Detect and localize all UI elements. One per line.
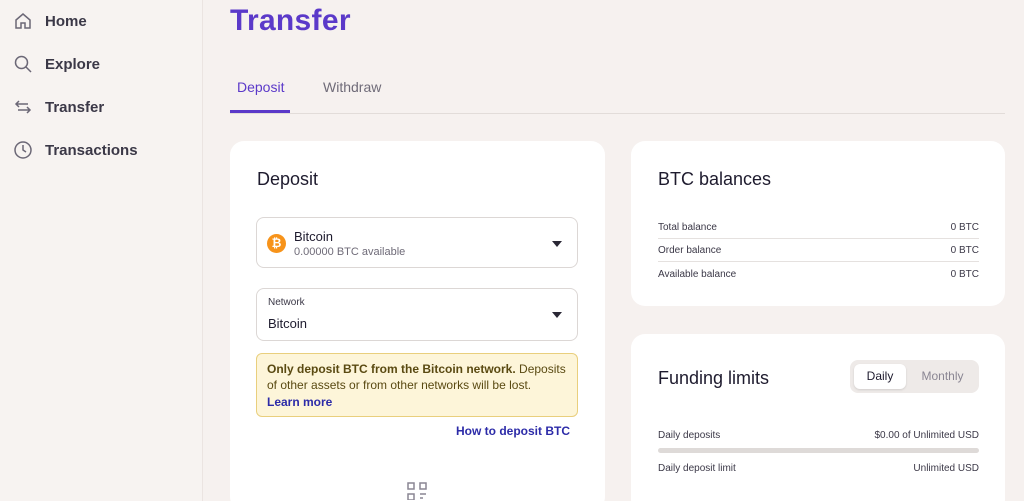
bitcoin-icon: ₿ bbox=[267, 234, 286, 253]
balances-title: BTC balances bbox=[658, 169, 772, 189]
period-toggle: Daily Monthly bbox=[850, 360, 979, 393]
sidebar-item-label: Transfer bbox=[45, 98, 105, 116]
btc-balances-card: BTC balances Total balance 0 BTC Order b… bbox=[631, 141, 1005, 306]
daily-deposits-label: Daily deposits bbox=[658, 430, 721, 441]
daily-limit-row: Daily deposit limit Unlimited USD bbox=[658, 457, 979, 480]
daily-limit-value: Unlimited USD bbox=[913, 463, 979, 474]
warning-bold-text: Only deposit BTC from the Bitcoin networ… bbox=[267, 362, 516, 376]
funding-title: Funding limits bbox=[658, 368, 770, 388]
network-warning: Only deposit BTC from the Bitcoin networ… bbox=[256, 353, 578, 417]
how-to-deposit-link[interactable]: How to deposit BTC bbox=[456, 424, 570, 438]
asset-available: 0.00000 BTC available bbox=[294, 246, 406, 258]
daily-deposits-progress bbox=[658, 448, 979, 453]
tab-bar: Deposit Withdraw bbox=[230, 70, 1005, 114]
daily-deposits-value: $0.00 of Unlimited USD bbox=[874, 430, 980, 441]
balance-value: 0 BTC bbox=[950, 222, 979, 233]
network-label: Network bbox=[268, 297, 305, 308]
balance-row-order: Order balance 0 BTC bbox=[658, 239, 979, 262]
active-tab-indicator bbox=[230, 110, 290, 113]
balance-label: Total balance bbox=[658, 222, 717, 233]
sidebar-item-home[interactable]: Home bbox=[13, 9, 87, 33]
sidebar-item-label: Explore bbox=[45, 55, 101, 73]
balance-value: 0 BTC bbox=[950, 245, 979, 256]
funding-limits-card: Funding limits Daily Monthly Daily depos… bbox=[631, 334, 1005, 501]
daily-limit-label: Daily deposit limit bbox=[658, 463, 736, 474]
balance-value: 0 BTC bbox=[950, 269, 979, 280]
sidebar-item-explore[interactable]: Explore bbox=[13, 52, 100, 76]
asset-select[interactable]: ₿ Bitcoin 0.00000 BTC available bbox=[256, 217, 578, 268]
clock-icon bbox=[13, 140, 33, 160]
tab-deposit[interactable]: Deposit bbox=[237, 79, 284, 95]
network-value: Bitcoin bbox=[268, 316, 308, 331]
page-title: Transfer bbox=[230, 4, 351, 37]
balance-row-total: Total balance 0 BTC bbox=[658, 216, 979, 239]
balance-label: Order balance bbox=[658, 245, 722, 256]
learn-more-link[interactable]: Learn more bbox=[267, 394, 332, 410]
toggle-daily[interactable]: Daily bbox=[854, 364, 906, 389]
qr-code-icon bbox=[407, 482, 427, 501]
main-content: Transfer Deposit Withdraw Deposit ₿ Bitc… bbox=[204, 0, 1024, 501]
transfer-arrows-icon bbox=[13, 97, 33, 117]
asset-name: Bitcoin bbox=[294, 229, 334, 244]
deposit-card: Deposit ₿ Bitcoin 0.00000 BTC available … bbox=[230, 141, 605, 501]
daily-deposits-row: Daily deposits $0.00 of Unlimited USD bbox=[658, 424, 979, 447]
sidebar-item-transfer[interactable]: Transfer bbox=[13, 95, 104, 119]
toggle-monthly[interactable]: Monthly bbox=[910, 364, 975, 389]
sidebar: Home Explore Transfer Transactions bbox=[0, 0, 203, 501]
balance-label: Available balance bbox=[658, 269, 737, 280]
balance-row-available: Available balance 0 BTC bbox=[658, 263, 979, 286]
sidebar-item-label: Home bbox=[45, 12, 87, 30]
home-icon bbox=[13, 11, 33, 31]
tab-withdraw[interactable]: Withdraw bbox=[323, 79, 381, 95]
sidebar-item-transactions[interactable]: Transactions bbox=[13, 138, 138, 162]
chevron-down-icon bbox=[552, 241, 562, 247]
search-icon bbox=[13, 54, 33, 74]
sidebar-item-label: Transactions bbox=[45, 141, 138, 159]
deposit-title: Deposit bbox=[257, 169, 319, 189]
network-select[interactable]: Network Bitcoin bbox=[256, 288, 578, 341]
chevron-down-icon bbox=[552, 312, 562, 318]
